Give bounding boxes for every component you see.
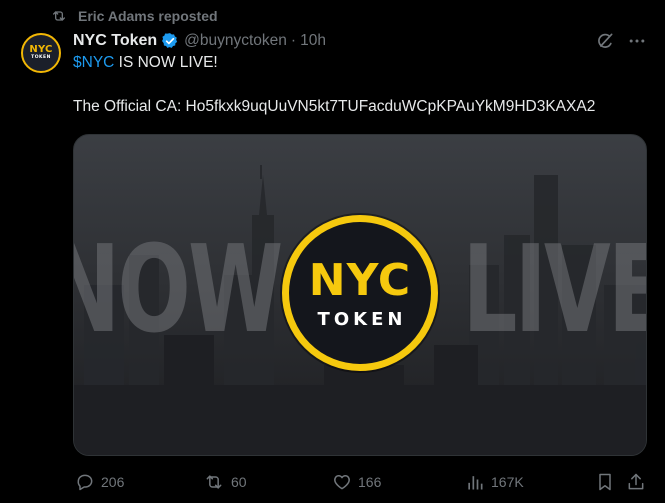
media-background-text-left: NOW <box>74 221 283 360</box>
author-display-name[interactable]: NYC Token <box>73 32 157 50</box>
repost-action-icon <box>203 472 225 492</box>
author-handle[interactable]: @buynyctoken <box>184 32 287 50</box>
share-button[interactable] <box>626 470 646 494</box>
share-icon <box>626 472 646 492</box>
repost-indicator[interactable]: Eric Adams reposted <box>50 6 218 26</box>
like-button[interactable]: 166 <box>332 470 381 494</box>
heart-icon <box>332 472 352 492</box>
verified-badge-icon[interactable] <box>161 32 179 50</box>
logo-text-sub: TOKEN <box>317 309 407 330</box>
repost-button[interactable]: 60 <box>203 470 247 494</box>
tweet-card[interactable]: Eric Adams reposted NYC TOKEN NYC Token … <box>0 0 665 503</box>
nyc-token-logo: NYC TOKEN <box>282 215 438 371</box>
repost-label: Eric Adams reposted <box>78 8 218 24</box>
post-text-line1: $NYC IS NOW LIVE! <box>73 54 218 72</box>
media-background-text-right: LIVE <box>462 221 647 360</box>
header-separator: · <box>290 32 297 49</box>
reply-count: 206 <box>101 474 125 490</box>
post-timestamp[interactable]: 10h <box>300 32 326 50</box>
logo-text-main: NYC <box>308 255 412 306</box>
post-header: NYC Token @buynyctoken · 10h <box>73 30 326 52</box>
repost-count: 60 <box>231 474 247 490</box>
more-options-icon[interactable] <box>627 31 647 51</box>
post-text-headline: IS NOW LIVE! <box>114 54 218 71</box>
post-media-image[interactable]: NOW LIVE NYC TOKEN <box>73 134 647 456</box>
reply-button[interactable]: 206 <box>75 470 124 494</box>
views-button[interactable]: 167K <box>465 470 524 494</box>
views-count: 167K <box>491 474 524 490</box>
post-text-contract-address: The Official CA: Ho5fkxk9uqUuVN5kt7TUFac… <box>73 98 596 115</box>
views-chart-icon <box>465 472 485 492</box>
post-top-actions <box>595 31 647 51</box>
grok-icon[interactable] <box>595 31 615 51</box>
bookmark-icon <box>595 472 615 492</box>
bookmark-button[interactable] <box>595 470 615 494</box>
like-count: 166 <box>358 474 382 490</box>
post-action-bar: 206 60 166 167K <box>73 470 647 494</box>
avatar[interactable]: NYC TOKEN <box>21 33 61 73</box>
avatar-text-main: NYC <box>29 44 53 55</box>
repost-icon <box>50 8 68 24</box>
cashtag-link[interactable]: $NYC <box>73 54 114 71</box>
avatar-text-sub: TOKEN <box>31 55 51 60</box>
reply-icon <box>75 472 95 492</box>
